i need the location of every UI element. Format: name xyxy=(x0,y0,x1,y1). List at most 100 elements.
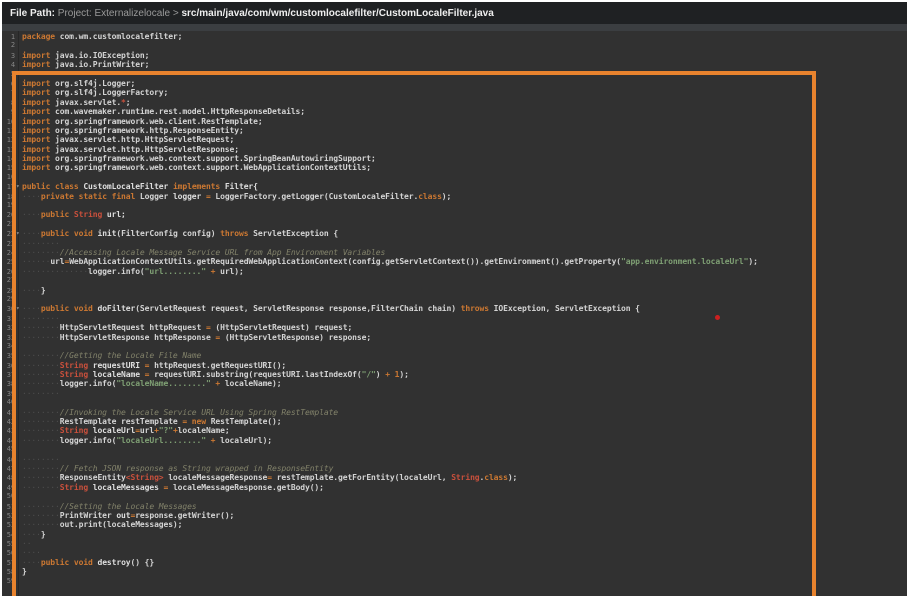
code-line[interactable]: 29 xyxy=(2,295,907,304)
code-line-text: import javax.servlet.http.HttpServletReq… xyxy=(22,135,234,144)
code-line-text: ········ xyxy=(22,314,60,323)
code-line[interactable]: 17▾public class CustomLocaleFilter imple… xyxy=(2,182,907,191)
code-line-text: ········ xyxy=(22,239,60,248)
code-line-text: ········logger.info("localeName........"… xyxy=(22,379,281,388)
code-line[interactable]: 48········ResponseEntity<String> localeM… xyxy=(2,473,907,482)
code-line[interactable]: 34 xyxy=(2,342,907,351)
code-line[interactable]: 41········//Invoking the Locale Service … xyxy=(2,408,907,417)
code-line[interactable]: 20····public String url; xyxy=(2,210,907,219)
code-line-text: ·· xyxy=(22,539,31,548)
line-number: 21 xyxy=(2,220,15,229)
code-line[interactable]: 50 xyxy=(2,492,907,501)
fold-chevron-icon[interactable]: ▾ xyxy=(16,182,20,191)
code-line[interactable]: 23········ xyxy=(2,239,907,248)
code-line[interactable]: 53········out.print(localeMessages); xyxy=(2,520,907,529)
code-line[interactable]: 24········//Accessing Locale Message Ser… xyxy=(2,248,907,257)
line-number: 34 xyxy=(2,342,15,351)
code-line-text: import com.wavemaker.runtime.rest.model.… xyxy=(22,107,305,116)
code-line[interactable]: 27 xyxy=(2,276,907,285)
code-line-text: import org.slf4j.Logger; xyxy=(22,79,135,88)
code-line-text: ····public void init(FilterConfig config… xyxy=(22,229,338,238)
code-line[interactable]: 16 xyxy=(2,173,907,182)
fold-chevron-icon[interactable]: ▾ xyxy=(16,304,20,313)
code-line-text: import javax.servlet.*; xyxy=(22,98,130,107)
code-line[interactable]: 9import com.wavemaker.runtime.rest.model… xyxy=(2,107,907,116)
code-line[interactable]: 6import org.slf4j.Logger; xyxy=(2,79,907,88)
code-line[interactable]: 15import org.springframework.web.context… xyxy=(2,163,907,172)
code-line[interactable]: 21 xyxy=(2,220,907,229)
fold-chevron-icon[interactable]: ▾ xyxy=(16,229,20,238)
code-line[interactable]: 43········String localeUrl=url+"?"+local… xyxy=(2,426,907,435)
code-line-text: ········//Getting the Locale File Name xyxy=(22,351,201,360)
code-line[interactable]: 35········//Getting the Locale File Name xyxy=(2,351,907,360)
code-line-text: ····public void doFilter(ServletRequest … xyxy=(22,304,640,313)
code-editor[interactable]: 1package com.wm.customlocalefilter;23imp… xyxy=(2,31,907,596)
file-path-bar: File Path: Project: Externalizelocale > … xyxy=(2,2,907,24)
code-line[interactable]: 4import java.io.PrintWriter; xyxy=(2,60,907,69)
code-line-text: ····public String url; xyxy=(22,210,126,219)
code-line[interactable]: 30▾····public void doFilter(ServletReque… xyxy=(2,304,907,313)
code-line[interactable]: 31········ xyxy=(2,314,907,323)
code-line[interactable]: 54····} xyxy=(2,530,907,539)
code-line[interactable]: 38········logger.info("localeName.......… xyxy=(2,379,907,388)
code-line-text: ········// Fetch JSON response as String… xyxy=(22,464,333,473)
code-line-text: import java.io.IOException; xyxy=(22,51,149,60)
line-number: 2 xyxy=(2,41,15,50)
code-line[interactable]: 51········//Setting the Locale Messages xyxy=(2,502,907,511)
code-line[interactable]: 58} xyxy=(2,567,907,576)
code-line[interactable]: 40 xyxy=(2,398,907,407)
code-line[interactable]: 56···· xyxy=(2,548,907,557)
code-line[interactable]: 12import javax.servlet.http.HttpServletR… xyxy=(2,135,907,144)
code-line[interactable]: 55·· xyxy=(2,539,907,548)
code-line-text: import java.io.PrintWriter; xyxy=(22,60,149,69)
code-line-text: ········//Setting the Locale Messages xyxy=(22,502,197,511)
code-line[interactable]: 39········ xyxy=(2,389,907,398)
code-line[interactable]: 5 xyxy=(2,70,907,79)
code-line[interactable]: 46········ xyxy=(2,455,907,464)
code-line-text: ········logger.info("localeUrl........" … xyxy=(22,436,272,445)
code-line-text: ········String localeUrl=url+"?"+localeN… xyxy=(22,426,230,435)
code-line-text: ········ xyxy=(22,389,60,398)
code-line-text: ········PrintWriter out=response.getWrit… xyxy=(22,511,234,520)
code-line[interactable]: 33········HttpServletResponse httpRespon… xyxy=(2,333,907,342)
code-line-text: ········//Accessing Locale Message Servi… xyxy=(22,248,385,257)
code-line-text: ········RestTemplate restTemplate = new … xyxy=(22,417,281,426)
code-line[interactable]: 36········String requestURI = httpReques… xyxy=(2,361,907,370)
code-line[interactable]: 10import org.springframework.web.client.… xyxy=(2,117,907,126)
code-line[interactable]: 28····} xyxy=(2,286,907,295)
code-line[interactable]: 47········// Fetch JSON response as Stri… xyxy=(2,464,907,473)
code-line-text: ···· xyxy=(22,548,41,557)
code-line-text: ········HttpServletResponse httpResponse… xyxy=(22,333,371,342)
code-line-text: ········ResponseEntity<String> localeMes… xyxy=(22,473,517,482)
code-line[interactable]: 42········RestTemplate restTemplate = ne… xyxy=(2,417,907,426)
code-line[interactable]: 25······url=WebApplicationContextUtils.g… xyxy=(2,257,907,266)
code-line[interactable]: 19 xyxy=(2,201,907,210)
code-line-text: import org.springframework.web.context.s… xyxy=(22,163,371,172)
code-line-text: public class CustomLocaleFilter implemen… xyxy=(22,182,258,191)
code-line[interactable]: 32········HttpServletRequest httpRequest… xyxy=(2,323,907,332)
code-line[interactable]: 2 xyxy=(2,41,907,50)
line-number: 5 xyxy=(2,70,15,79)
code-line[interactable]: 59 xyxy=(2,577,907,586)
code-line[interactable]: 26··············logger.info("url........… xyxy=(2,267,907,276)
code-line[interactable]: 13import javax.servlet.http.HttpServletR… xyxy=(2,145,907,154)
code-line-text: ······url=WebApplicationContextUtils.get… xyxy=(22,257,758,266)
code-line-text: ····} xyxy=(22,286,46,295)
code-line[interactable]: 18····private static final Logger logger… xyxy=(2,192,907,201)
code-line[interactable]: 57····public void destroy() {} xyxy=(2,558,907,567)
code-line[interactable]: 11import org.springframework.http.Respon… xyxy=(2,126,907,135)
file-path-label: File Path: xyxy=(10,8,55,19)
code-line[interactable]: 44········logger.info("localeUrl........… xyxy=(2,436,907,445)
code-line[interactable]: 49········String localeMessages = locale… xyxy=(2,483,907,492)
line-number: 45 xyxy=(2,445,15,454)
code-line[interactable]: 22▾····public void init(FilterConfig con… xyxy=(2,229,907,238)
code-line[interactable]: 1package com.wm.customlocalefilter; xyxy=(2,32,907,41)
code-line[interactable]: 52········PrintWriter out=response.getWr… xyxy=(2,511,907,520)
code-line-text: ········String requestURI = httpRequest.… xyxy=(22,361,286,370)
code-line[interactable]: 7import org.slf4j.LoggerFactory; xyxy=(2,88,907,97)
code-line[interactable]: 8import javax.servlet.*; xyxy=(2,98,907,107)
code-line[interactable]: 45 xyxy=(2,445,907,454)
code-line[interactable]: 3import java.io.IOException; xyxy=(2,51,907,60)
line-number: 59 xyxy=(2,577,15,586)
code-line-text: ········String localeMessages = localeMe… xyxy=(22,483,324,492)
